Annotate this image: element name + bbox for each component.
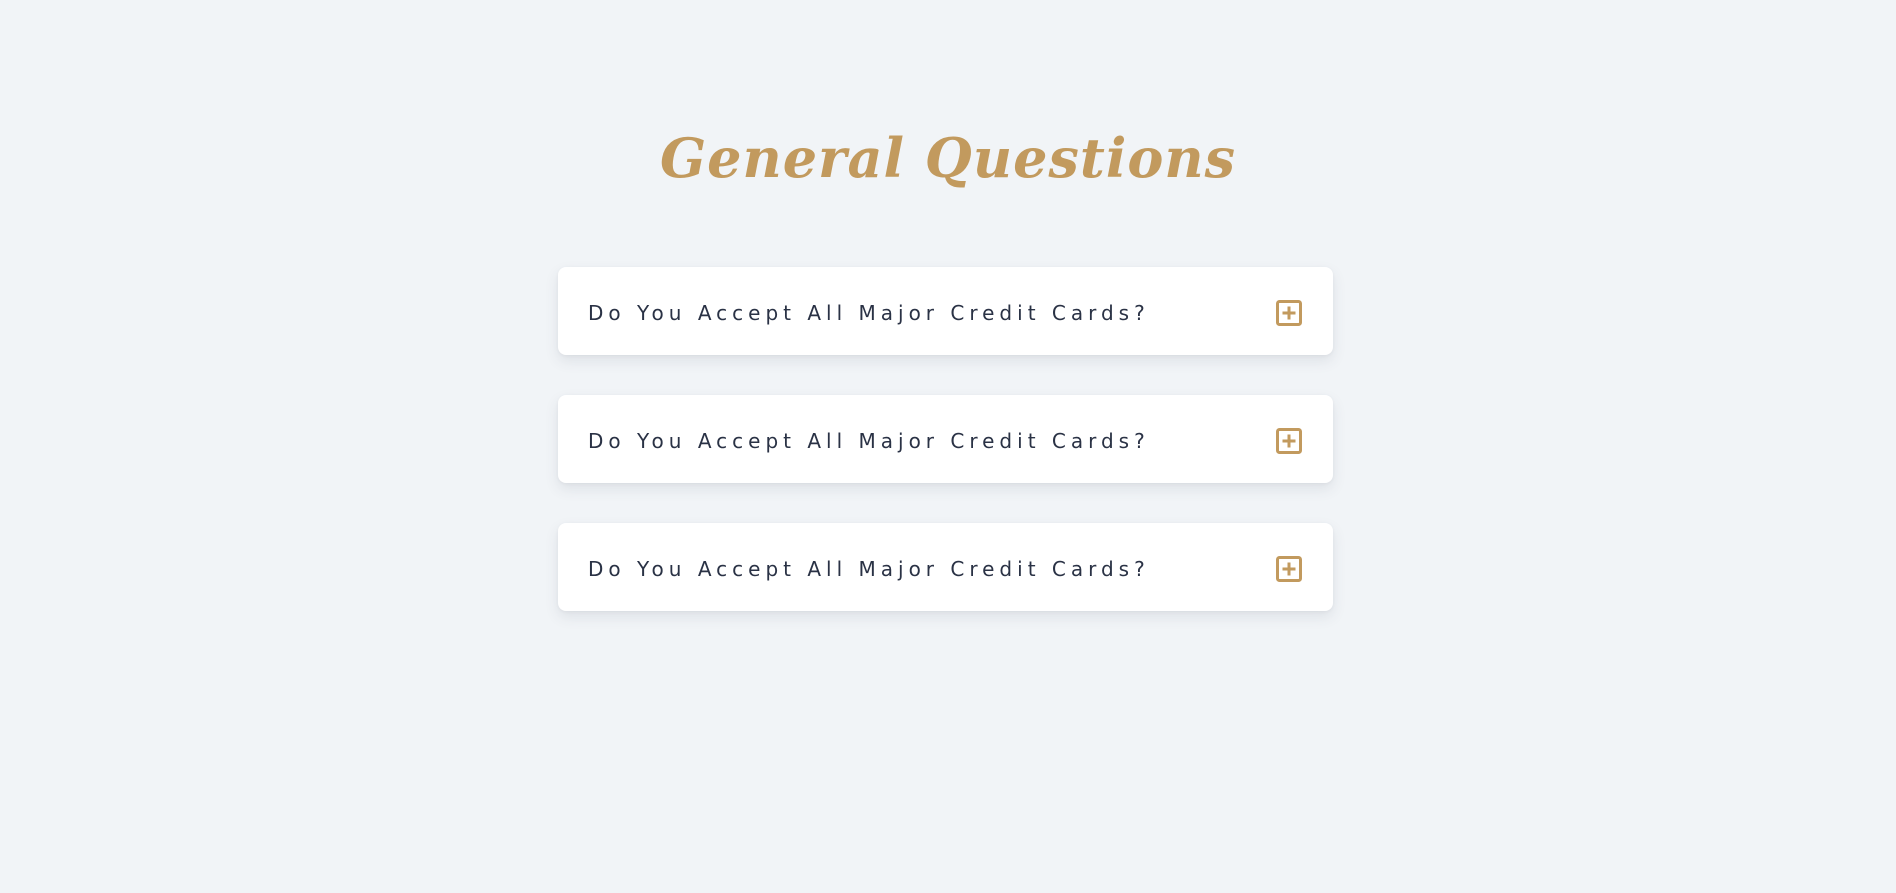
faq-page: General Questions Do You Accept All Majo… xyxy=(0,0,1896,893)
plus-square-icon[interactable] xyxy=(1276,296,1302,326)
faq-question: Do You Accept All Major Credit Cards? xyxy=(588,301,1150,325)
faq-item-2[interactable]: Do You Accept All Major Credit Cards? xyxy=(558,395,1333,483)
plus-square-icon[interactable] xyxy=(1276,552,1302,582)
faq-item-1[interactable]: Do You Accept All Major Credit Cards? xyxy=(558,267,1333,355)
plus-square-icon[interactable] xyxy=(1276,424,1302,454)
faq-item-3[interactable]: Do You Accept All Major Credit Cards? xyxy=(558,523,1333,611)
faq-list: Do You Accept All Major Credit Cards? Do… xyxy=(558,267,1333,651)
faq-question: Do You Accept All Major Credit Cards? xyxy=(588,429,1150,453)
faq-question: Do You Accept All Major Credit Cards? xyxy=(588,557,1150,581)
page-title: General Questions xyxy=(659,126,1237,190)
